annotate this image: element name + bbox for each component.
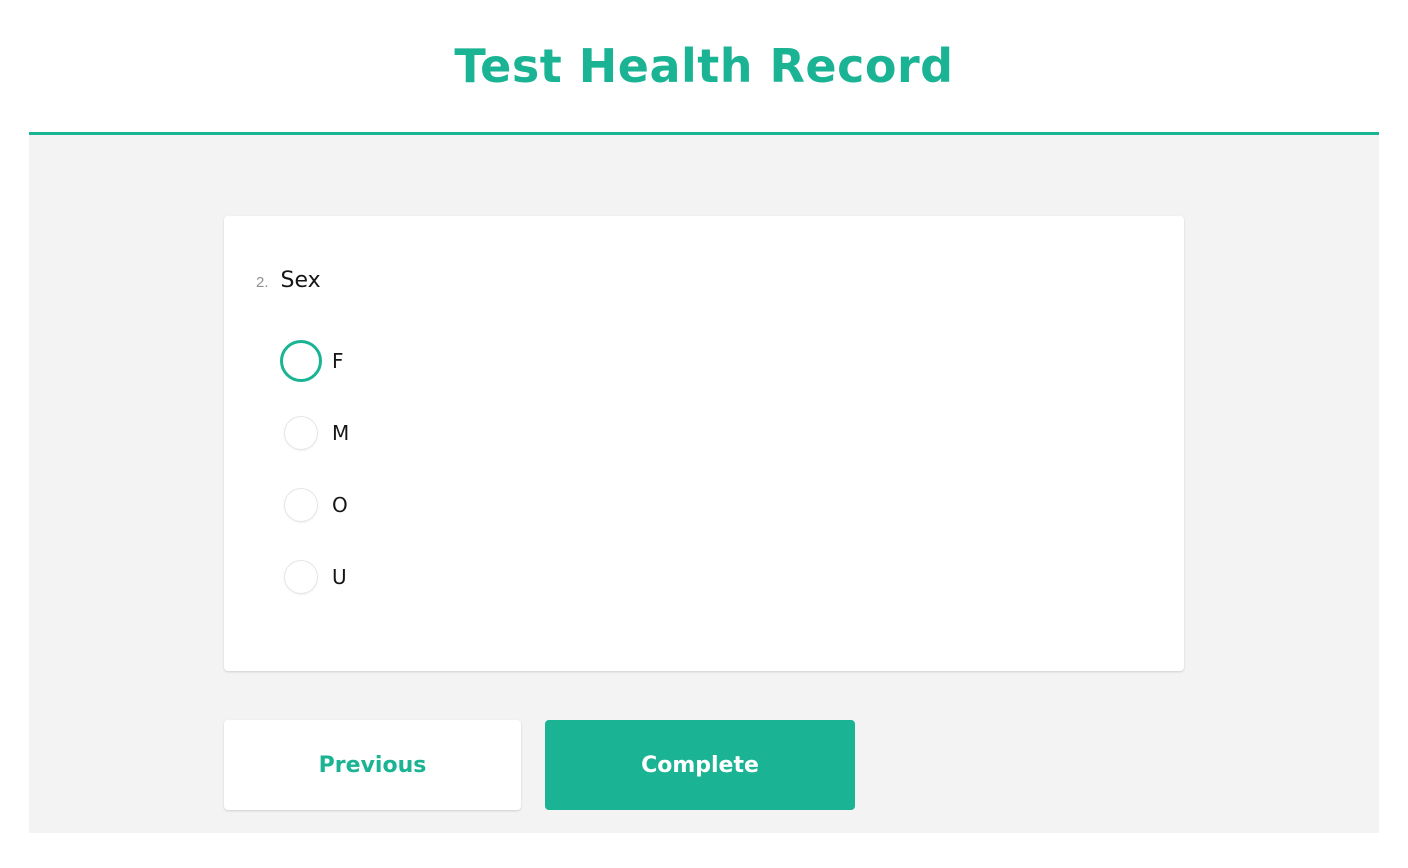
option-label-u: U (332, 565, 347, 589)
question-number: 2. (256, 274, 269, 291)
option-label-o: O (332, 493, 348, 517)
radio-group: F M O U (280, 339, 349, 627)
previous-button[interactable]: Previous (224, 720, 521, 810)
radio-button-m[interactable] (284, 416, 318, 450)
option-o[interactable]: O (280, 483, 349, 527)
survey-body: 2. Sex F M O U Previous Complete (29, 135, 1379, 833)
radio-button-o[interactable] (284, 488, 318, 522)
survey-header: Test Health Record (29, 0, 1379, 135)
option-u[interactable]: U (280, 555, 349, 599)
radio-button-u[interactable] (284, 560, 318, 594)
question-card: 2. Sex F M O U (224, 216, 1184, 671)
question-title: 2. Sex (256, 268, 321, 298)
option-label-f: F (332, 349, 344, 373)
survey-title: Test Health Record (454, 39, 954, 93)
option-m[interactable]: M (280, 411, 349, 455)
question-text: Sex (280, 268, 321, 293)
survey-page: Test Health Record 2. Sex F M O U Previo… (0, 0, 1408, 868)
complete-button[interactable]: Complete (545, 720, 855, 810)
radio-button-f[interactable] (280, 340, 322, 382)
option-f[interactable]: F (280, 339, 349, 383)
option-label-m: M (332, 421, 350, 445)
